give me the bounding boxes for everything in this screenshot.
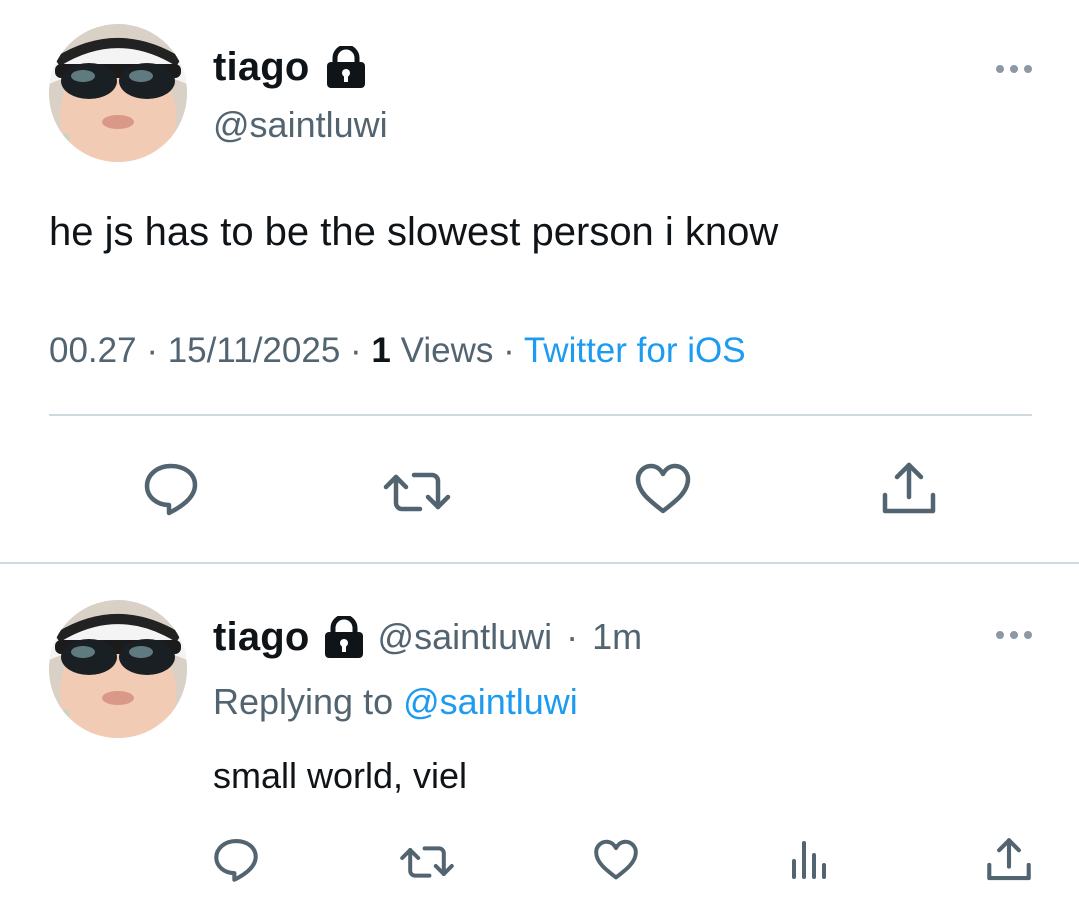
reply-age[interactable]: 1m [592, 619, 642, 655]
reply-author-row: tiago @saintluwi · 1m [213, 616, 642, 658]
share-icon [987, 838, 1031, 881]
source-link[interactable]: Twitter for iOS [524, 331, 746, 370]
heart-icon [594, 839, 638, 880]
analytics-icon [792, 841, 826, 879]
share-button[interactable] [880, 461, 938, 517]
analytics-button[interactable] [788, 839, 828, 881]
meta-separator: · [146, 331, 158, 370]
divider [49, 414, 1032, 416]
retweet-icon [400, 846, 454, 878]
like-button[interactable] [634, 463, 692, 515]
reply-button[interactable] [143, 461, 199, 517]
more-icon[interactable] [994, 629, 1034, 641]
tweet-text: he js has to be the slowest person i kno… [49, 210, 779, 254]
meta-separator: · [350, 331, 362, 370]
handle[interactable]: @saintluwi [378, 619, 553, 655]
lock-icon [326, 46, 366, 88]
tweet-date[interactable]: 15/11/2025 [168, 331, 341, 370]
heart-icon [635, 463, 691, 514]
reply-icon [214, 839, 258, 882]
author-row: tiago [213, 46, 366, 88]
avatar[interactable] [49, 600, 187, 738]
share-icon [882, 462, 936, 514]
replying-to: Replying to @saintluwi [213, 684, 578, 720]
avatar[interactable] [49, 24, 187, 162]
retweet-icon [383, 472, 451, 512]
more-icon[interactable] [994, 63, 1034, 75]
like-button[interactable] [593, 839, 639, 881]
lock-icon [324, 616, 364, 658]
display-name[interactable]: tiago [213, 47, 310, 87]
views-count[interactable]: 1 [371, 331, 390, 370]
meta-separator: · [566, 616, 579, 657]
retweet-button[interactable] [382, 467, 452, 517]
display-name[interactable]: tiago [213, 617, 310, 657]
share-button[interactable] [985, 837, 1033, 883]
tweet-meta: 00.27 · 15/11/2025 · 1 Views · Twitter f… [49, 333, 746, 368]
replying-handle[interactable]: @saintluwi [403, 681, 578, 722]
views-label[interactable]: Views [401, 331, 494, 370]
section-divider [0, 562, 1079, 564]
reply-button[interactable] [213, 837, 259, 883]
replying-label: Replying to [213, 681, 394, 722]
reply-icon [144, 463, 198, 516]
reply-text: small world, viel [213, 755, 468, 796]
retweet-button[interactable] [398, 842, 456, 882]
tweet-time[interactable]: 00.27 [49, 331, 137, 370]
meta-separator: · [503, 331, 515, 370]
handle[interactable]: @saintluwi [213, 107, 388, 143]
